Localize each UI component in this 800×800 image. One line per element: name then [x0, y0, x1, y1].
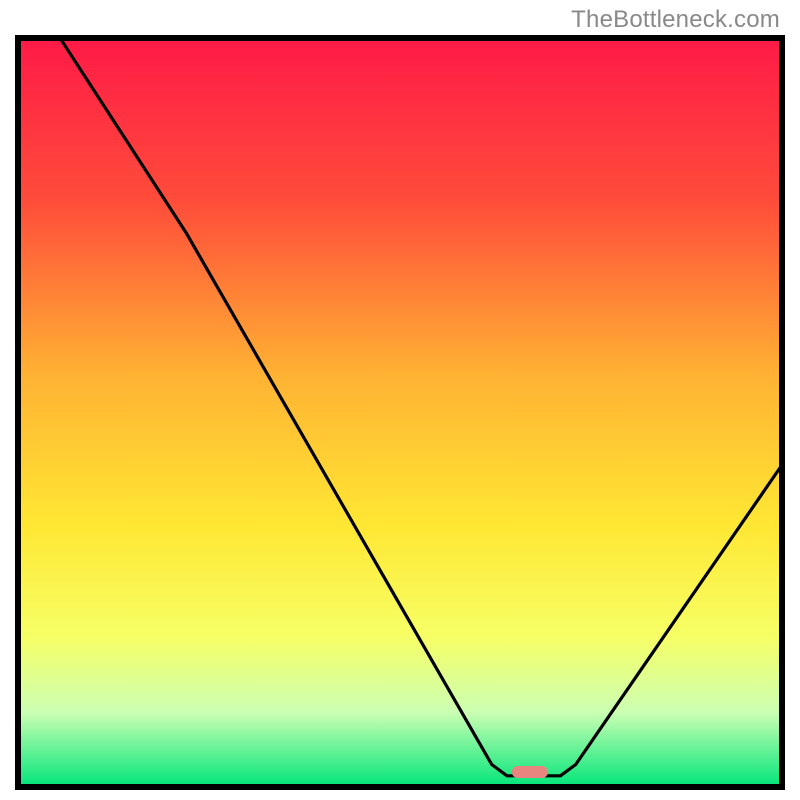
watermark-text: TheBottleneck.com	[571, 6, 780, 34]
bottleneck-chart	[15, 35, 785, 790]
optimal-marker	[512, 766, 548, 778]
chart-svg	[15, 35, 785, 790]
